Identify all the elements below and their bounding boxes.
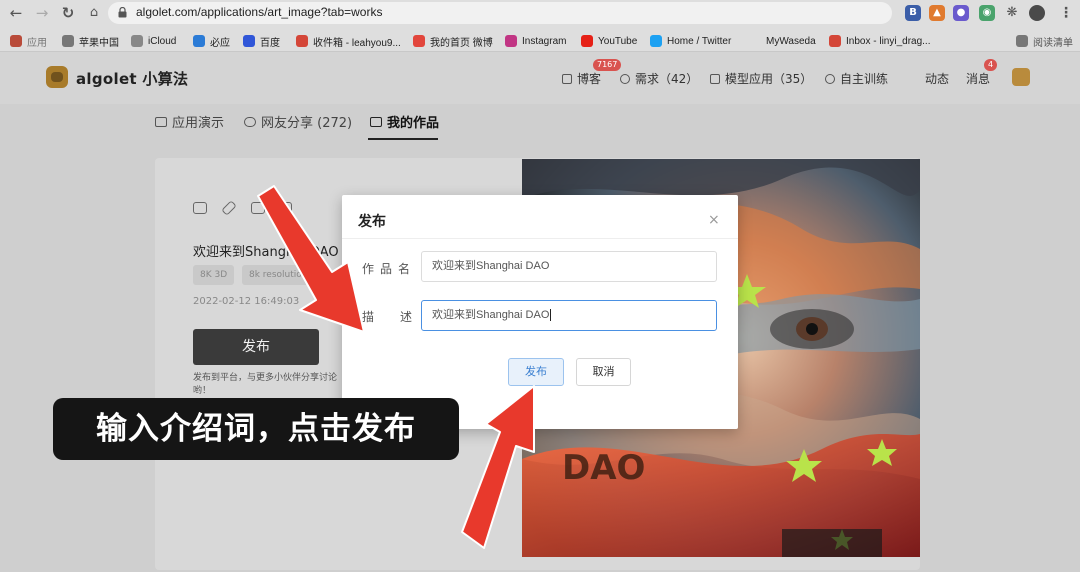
- training-icon: [825, 73, 835, 84]
- profile-avatar[interactable]: [1029, 5, 1045, 21]
- puzzle-icon[interactable]: ❋: [1004, 5, 1020, 21]
- bookmark-apps[interactable]: 应用: [10, 33, 47, 49]
- apps-icon: [10, 35, 22, 47]
- bookmark-bing[interactable]: 必应: [193, 33, 230, 49]
- nav-blog[interactable]: 博客: [562, 70, 601, 87]
- bookmark-weibo[interactable]: 我的首页 微博: [413, 33, 493, 49]
- messages-count-badge: 4: [984, 59, 998, 71]
- share-icon: [244, 116, 256, 127]
- download-icon[interactable]: [251, 202, 265, 214]
- description-input[interactable]: 欢迎来到Shanghai DAO: [421, 300, 717, 331]
- publish-dialog: 发布 × 作品名 欢迎来到Shanghai DAO 描述 欢迎来到Shangha…: [342, 195, 738, 429]
- bing-icon: [193, 35, 205, 47]
- apple-icon: [131, 35, 143, 47]
- bookmark-apple[interactable]: 苹果中国: [62, 33, 119, 49]
- work-tag: 8K 3D: [193, 265, 235, 285]
- cancel-button[interactable]: 取消: [576, 358, 631, 386]
- extension-icon-fox[interactable]: ▲: [929, 5, 945, 21]
- forward-icon[interactable]: →: [32, 3, 52, 23]
- wechat-icon[interactable]: [193, 202, 207, 214]
- blog-count-badge: 7167: [593, 59, 622, 71]
- youtube-icon: [581, 35, 593, 47]
- home-icon[interactable]: ⌂: [84, 3, 104, 23]
- more-menu-icon[interactable]: ⋮: [1058, 5, 1074, 21]
- delete-icon[interactable]: [278, 202, 292, 214]
- site-name[interactable]: algolet 小算法: [76, 68, 188, 89]
- model-icon: [710, 73, 720, 84]
- bookmarks-bar: 应用 苹果中国 iCloud 必应 百度 收件箱 - leahyou9... 我…: [0, 28, 1080, 52]
- work-name-label: 作品名: [362, 262, 417, 276]
- tab-my-works[interactable]: 我的作品: [370, 112, 439, 131]
- dialog-divider: [342, 238, 738, 239]
- submit-publish-button[interactable]: 发布: [508, 358, 564, 386]
- bookmark-reading-list[interactable]: 阅读清单: [1016, 33, 1073, 49]
- reload-icon[interactable]: ↻: [58, 3, 78, 23]
- back-icon[interactable]: ←: [6, 3, 26, 23]
- text-caret: [550, 309, 552, 322]
- weibo-icon: [413, 35, 425, 47]
- bookmark-inbox[interactable]: Inbox - linyi_drag...: [829, 33, 931, 49]
- instagram-icon: [505, 35, 517, 47]
- tab-demo[interactable]: 应用演示: [155, 112, 224, 131]
- url-text: algolet.com/applications/art_image?tab=w…: [136, 5, 383, 19]
- site-header: algolet 小算法 博客 7167 需求（42） 模型应用（35） 自主训练…: [0, 52, 1080, 104]
- lock-icon: [118, 7, 127, 18]
- image-icon: [370, 116, 382, 127]
- work-tag: 8k resolution: [242, 265, 315, 285]
- twitter-icon: [650, 35, 662, 47]
- nav-training[interactable]: 自主训练: [825, 70, 888, 87]
- baidu-icon: [243, 35, 255, 47]
- bookmark-mywaseda[interactable]: MyWaseda: [766, 33, 816, 49]
- address-bar[interactable]: algolet.com/applications/art_image?tab=w…: [108, 2, 892, 24]
- nav-activity[interactable]: 动态: [925, 70, 949, 87]
- bookmark-youtube[interactable]: YouTube: [581, 33, 637, 49]
- apple-icon: [62, 35, 74, 47]
- reading-list-icon: [1016, 35, 1028, 47]
- tab-share[interactable]: 网友分享 (272): [244, 112, 352, 131]
- work-date: 2022-02-12 16:49:03: [193, 296, 300, 307]
- bookmark-instagram[interactable]: Instagram: [505, 33, 566, 49]
- extension-icon-1[interactable]: B: [905, 5, 921, 21]
- extension-icon-4[interactable]: ◉: [979, 5, 995, 21]
- work-name-input[interactable]: 欢迎来到Shanghai DAO: [421, 251, 717, 282]
- nav-needs[interactable]: 需求（42）: [620, 70, 698, 87]
- bookmark-twitter[interactable]: Home / Twitter: [650, 33, 731, 49]
- bookmark-gmail[interactable]: 收件箱 - leahyou9...: [296, 33, 401, 49]
- svg-text:DAO: DAO: [562, 448, 645, 488]
- gmail-icon: [829, 35, 841, 47]
- bookmark-icloud[interactable]: iCloud: [131, 33, 176, 49]
- gmail-icon: [296, 35, 308, 47]
- monitor-icon: [155, 116, 167, 127]
- page-content: algolet 小算法 博客 7167 需求（42） 模型应用（35） 自主训练…: [0, 52, 1080, 572]
- close-icon[interactable]: ×: [708, 213, 720, 227]
- needs-icon: [620, 73, 630, 84]
- extension-icon-3[interactable]: ●: [953, 5, 969, 21]
- nav-messages[interactable]: 消息: [966, 70, 990, 87]
- browser-toolbar: ← → ↻ ⌂ algolet.com/applications/art_ima…: [0, 0, 1080, 26]
- active-tab-indicator: [368, 138, 438, 140]
- nav-models[interactable]: 模型应用（35）: [710, 70, 812, 87]
- publish-note: 发布到平台，与更多小伙伴分享讨论哟！: [193, 373, 338, 396]
- blog-icon: [562, 73, 572, 84]
- publish-button[interactable]: 发布: [193, 329, 319, 365]
- browser-chrome: ← → ↻ ⌂ algolet.com/applications/art_ima…: [0, 0, 1080, 52]
- tutorial-caption: 输入介绍词，点击发布: [53, 398, 459, 460]
- dialog-title: 发布: [358, 214, 386, 230]
- user-avatar[interactable]: [1012, 68, 1030, 86]
- bookmark-baidu[interactable]: 百度: [243, 33, 280, 49]
- work-title: 欢迎来到Shanghai DAO: [193, 245, 339, 260]
- tiger-logo-icon[interactable]: [46, 66, 68, 88]
